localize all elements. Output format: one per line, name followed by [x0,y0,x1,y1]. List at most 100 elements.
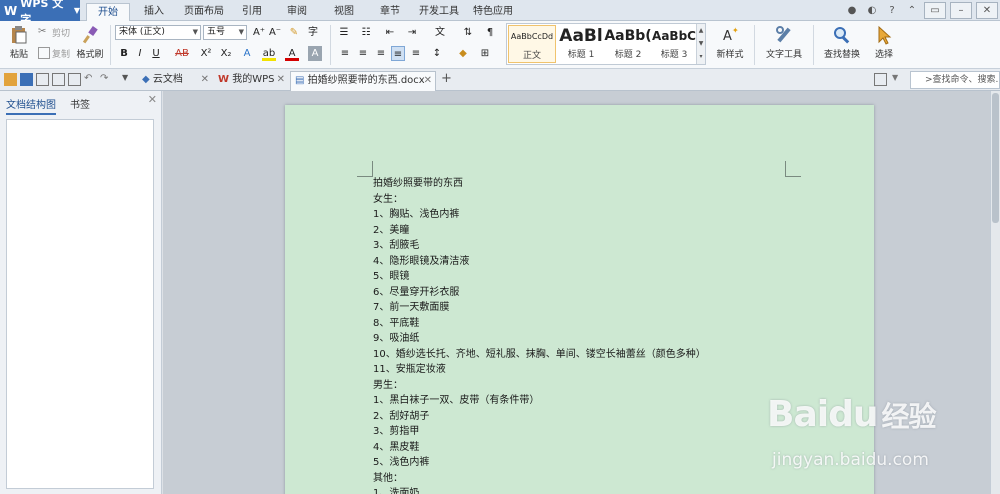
styles-scroll[interactable]: ▲ ▼ ▾ [696,24,705,64]
underline-button[interactable]: U [149,46,163,61]
borders-icon[interactable]: ⊞ [478,46,492,61]
line-spacing-icon[interactable]: ↕ [430,46,444,61]
document-line[interactable]: 9、吸油纸 [373,331,793,347]
shading-icon[interactable]: ◆ [456,46,470,61]
style-heading-1[interactable]: AaBl 标题 1 [557,25,605,63]
document-line[interactable]: 11、安瓶定妆液 [373,362,793,378]
format-painter-button[interactable]: 格式刷 [74,25,106,60]
document-line[interactable]: 其他： [373,471,793,487]
document-line[interactable]: 拍婚纱照要带的东西 [373,176,793,192]
char-shading-icon[interactable]: A [308,46,322,61]
close-icon[interactable]: ✕ [201,71,209,89]
scrollbar-thumb[interactable] [992,93,999,223]
help-icon[interactable]: ? [884,3,900,19]
shrink-font-icon[interactable]: A⁻ [268,25,282,40]
document-line[interactable]: 1、黑白袜子一双、皮带（有条件带） [373,393,793,409]
decrease-indent-icon[interactable]: ⇤ [382,25,398,40]
skin-icon[interactable]: ● [844,3,860,19]
tab-references[interactable]: 引用 [238,3,266,21]
chevron-down-icon[interactable]: ▼ [122,73,135,86]
bullets-icon[interactable]: ☰ [336,25,352,40]
document-line[interactable]: 2、刮好胡子 [373,409,793,425]
align-right-icon[interactable]: ≡ [374,46,388,61]
document-line[interactable]: 男生： [373,378,793,394]
cut-button[interactable]: ✂ 剪切 [38,24,70,40]
document-workspace[interactable]: 拍婚纱照要带的东西 女生： 1、胸贴、浅色内裤 2、美瞳 3、刮腋毛 4、隐形眼镜及清洁液… [163,91,1000,494]
copy-button[interactable]: 复制 [38,45,70,61]
document-map-list[interactable] [6,119,154,489]
numbering-icon[interactable]: ☷ [358,25,374,40]
sort-icon[interactable]: ⇅ [460,25,476,40]
tab-page-layout[interactable]: 页面布局 [181,3,227,21]
document-line[interactable]: 6、尽量穿开衫衣服 [373,285,793,301]
document-line[interactable]: 2、美瞳 [373,223,793,239]
phonetic-icon[interactable]: 字 [306,25,320,40]
document-page[interactable]: 拍婚纱照要带的东西 女生： 1、胸贴、浅色内裤 2、美瞳 3、刮腋毛 4、隐形眼镜及清洁液… [285,105,874,494]
highlight-icon[interactable]: ab [262,46,276,61]
tab-current-document[interactable]: ▤ 拍婚纱照要带的东西.docx ✕ [290,71,436,91]
italic-button[interactable]: I [133,46,147,61]
print-icon[interactable] [52,73,65,86]
document-line[interactable]: 3、刮腋毛 [373,238,793,254]
tab-view[interactable]: 视图 [330,3,358,21]
distributed-icon[interactable]: ≡ [409,46,423,61]
text-effect-icon[interactable]: A [240,46,254,61]
paste-button[interactable]: 粘贴 [4,25,34,60]
font-size-select[interactable]: 五号 ▼ [203,25,247,40]
grow-font-icon[interactable]: A⁺ [252,25,266,40]
subscript-button[interactable]: X₂ [218,46,234,61]
tab-my-wps[interactable]: W 我的WPS ✕ [214,71,288,91]
tab-sections[interactable]: 章节 [376,3,404,21]
screen-icon[interactable] [874,73,887,86]
redo-icon[interactable]: ↷ [100,73,113,86]
document-line[interactable]: 5、浅色内裤 [373,455,793,471]
select-button[interactable]: 选择 [868,25,900,60]
tab-insert[interactable]: 插入 [138,3,170,21]
tab-home[interactable]: 开始 [86,3,130,22]
font-name-select[interactable]: 宋体 (正文) ▼ [115,25,201,40]
find-replace-button[interactable]: 查找替换 [818,25,866,60]
chinese-layout-icon[interactable]: 文 [432,25,448,40]
tab-cloud-docs[interactable]: ◆ 云文档 ✕ [138,71,212,91]
justify-icon[interactable]: ≡ [391,46,405,61]
close-icon[interactable]: ✕ [277,71,285,89]
tab-document-map[interactable]: 文档结构图 [6,96,56,115]
style-heading-2[interactable]: AaBb( 标题 2 [604,25,652,63]
close-icon[interactable]: ✕ [976,2,998,19]
tab-developer[interactable]: 开发工具 [416,3,462,21]
close-icon[interactable]: ✕ [148,93,157,106]
tab-bookmarks[interactable]: 书签 [70,96,90,111]
bold-button[interactable]: B [117,46,131,61]
align-center-icon[interactable]: ≡ [356,46,370,61]
text-tools-button[interactable]: 文字工具 [760,25,808,60]
chevron-down-icon[interactable]: ▼ [892,73,905,86]
tab-features[interactable]: 特色应用 [470,3,516,21]
superscript-button[interactable]: X² [198,46,214,61]
clear-format-icon[interactable]: ✎ [287,25,301,40]
document-line[interactable]: 4、黑皮鞋 [373,440,793,456]
save-as-icon[interactable] [36,73,49,86]
document-line[interactable]: 5、眼镜 [373,269,793,285]
strikethrough-button[interactable]: AB [171,46,193,61]
app-menu-button[interactable]: W WPS 文字 ▼ [0,0,80,26]
font-color-icon[interactable]: A [285,46,299,61]
show-marks-icon[interactable]: ¶ [482,25,498,40]
new-tab-icon[interactable]: + [441,71,454,86]
vertical-scrollbar[interactable] [990,91,1000,494]
align-left-icon[interactable]: ≡ [338,46,352,61]
close-icon[interactable]: ✕ [424,72,432,90]
document-line[interactable]: 7、前一天敷面膜 [373,300,793,316]
share-icon[interactable]: ◐ [864,3,880,19]
open-icon[interactable] [4,73,17,86]
command-search-input[interactable]: >查找命令、搜索.. [910,71,1000,89]
save-icon[interactable] [20,73,33,86]
minimize-icon[interactable]: – [950,2,972,19]
increase-indent-icon[interactable]: ⇥ [404,25,420,40]
style-heading-3[interactable]: AaBbC 标题 3 [650,25,698,63]
document-line[interactable]: 4、隐形眼镜及清洁液 [373,254,793,270]
document-line[interactable]: 1、胸贴、浅色内裤 [373,207,793,223]
restore-icon[interactable]: ▭ [924,2,946,19]
print-preview-icon[interactable] [68,73,81,86]
document-line[interactable]: 女生： [373,192,793,208]
document-line[interactable]: 10、婚纱选长托、齐地、短礼服、抹胸、单间、镂空长袖蕾丝（颜色多种） [373,347,793,363]
